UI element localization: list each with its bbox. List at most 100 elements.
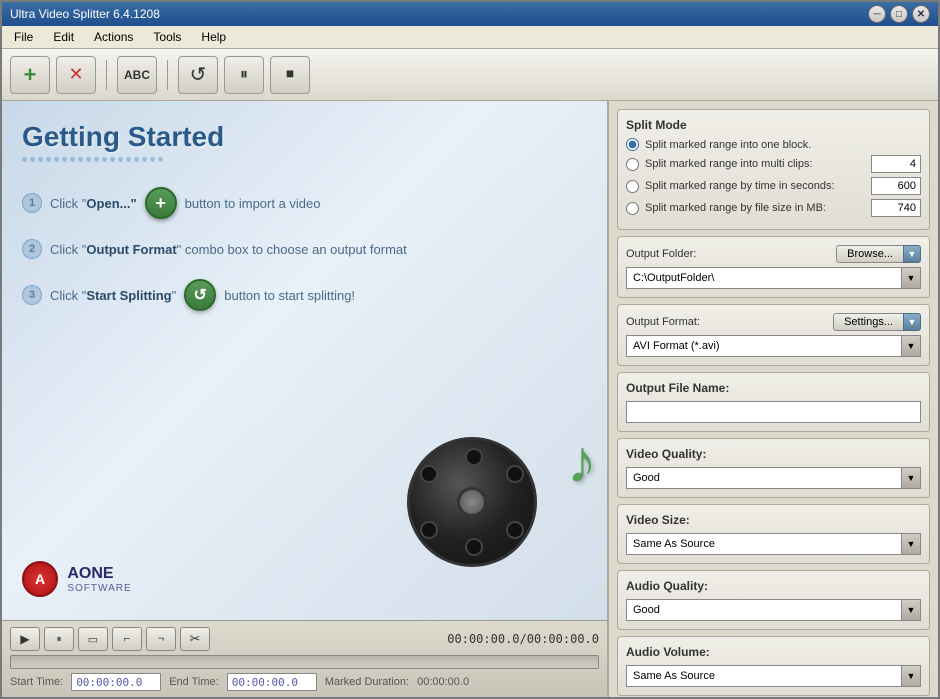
- window-title: Ultra Video Splitter 6.4.1208: [10, 7, 160, 21]
- main-window: Ultra Video Splitter 6.4.1208 ─ □ ✕ File…: [0, 0, 940, 699]
- close-video-button[interactable]: ✕: [56, 56, 96, 94]
- time-display: 00:00:00.0/00:00:00.0: [447, 632, 599, 646]
- logo-icon: A: [22, 561, 58, 597]
- menu-file[interactable]: File: [6, 28, 41, 46]
- video-size-value[interactable]: Same As Source: [626, 533, 901, 555]
- settings-button[interactable]: Settings...: [833, 313, 903, 331]
- toolbar-separator-2: [167, 60, 168, 90]
- frame-back-button[interactable]: ⏸: [44, 627, 74, 651]
- title-bar-buttons: ─ □ ✕: [868, 5, 930, 23]
- split-option-1-label: Split marked range into one block.: [645, 139, 921, 151]
- step-1-icon[interactable]: +: [145, 187, 177, 219]
- audio-quality-dropdown[interactable]: ▼: [901, 599, 921, 621]
- toolbar-separator-1: [106, 60, 107, 90]
- step-1-text-after: button to import a video: [185, 196, 321, 211]
- output-filename-section: Output File Name:: [617, 372, 930, 432]
- browse-btn-group: Browse... ▼: [836, 245, 921, 263]
- video-quality-dropdown[interactable]: ▼: [901, 467, 921, 489]
- step-3: 3 Click "Start Splitting" ↺ button to st…: [22, 279, 587, 311]
- step-1-number: 1: [22, 193, 42, 213]
- reel-center: [457, 487, 487, 517]
- open-video-button[interactable]: +: [10, 56, 50, 94]
- progress-bar[interactable]: [10, 655, 599, 669]
- audio-volume-dropdown[interactable]: ▼: [901, 665, 921, 687]
- split-option-3-input[interactable]: [871, 177, 921, 195]
- output-filename-input[interactable]: [626, 401, 921, 423]
- output-folder-dropdown[interactable]: ▼: [901, 267, 921, 289]
- video-quality-value[interactable]: Good: [626, 467, 901, 489]
- step-3-text-after: button to start splitting!: [224, 288, 355, 303]
- step-3-icon[interactable]: ↺: [184, 279, 216, 311]
- end-time-input[interactable]: [227, 673, 317, 691]
- mark-end-button[interactable]: ¬: [146, 627, 176, 651]
- output-format-combo: AVI Format (*.avi) ▼: [626, 335, 921, 357]
- output-folder-section: Output Folder: Browse... ▼ C:\OutputFold…: [617, 236, 930, 298]
- output-format-dropdown[interactable]: ▼: [901, 335, 921, 357]
- split-option-2-input[interactable]: [871, 155, 921, 173]
- logo-sub: SOFTWARE: [67, 583, 131, 594]
- split-option-4-row: Split marked range by file size in MB:: [626, 199, 921, 217]
- pause-button[interactable]: ⏸: [224, 56, 264, 94]
- split-option-4-radio[interactable]: [626, 202, 639, 215]
- split-mode-title: Split Mode: [626, 118, 921, 132]
- settings-dropdown-button[interactable]: ▼: [903, 313, 921, 331]
- menu-actions[interactable]: Actions: [86, 28, 141, 46]
- stop-button[interactable]: ⏹: [270, 56, 310, 94]
- marked-duration-label: Marked Duration:: [325, 676, 409, 688]
- menu-help[interactable]: Help: [193, 28, 234, 46]
- output-format-label: Output Format:: [626, 316, 706, 328]
- music-note-icon: ♪: [567, 427, 597, 496]
- time-fields: Start Time: End Time: Marked Duration: 0…: [10, 673, 599, 691]
- output-folder-path[interactable]: C:\OutputFolder\: [626, 267, 901, 289]
- maximize-button[interactable]: □: [890, 5, 908, 23]
- menu-edit[interactable]: Edit: [45, 28, 82, 46]
- video-controls: ▶ ⏸ ▭ ⌐ ¬ ✂ 00:00:00.0/00:00:00.0 Start …: [2, 620, 607, 697]
- dots-decoration: [22, 157, 322, 162]
- video-quality-label: Video Quality:: [626, 447, 921, 461]
- video-size-label: Video Size:: [626, 513, 921, 527]
- getting-started-title: Getting Started: [22, 121, 587, 153]
- split-option-2-radio[interactable]: [626, 158, 639, 171]
- audio-quality-label: Audio Quality:: [626, 579, 921, 593]
- film-reel-area: ♪: [407, 437, 587, 617]
- step-2: 2 Click "Output Format" combo box to cho…: [22, 239, 587, 259]
- video-size-dropdown[interactable]: ▼: [901, 533, 921, 555]
- logo-name: AONE: [67, 565, 131, 583]
- split-option-2-row: Split marked range into multi clips:: [626, 155, 921, 173]
- split-option-2-label: Split marked range into multi clips:: [645, 158, 865, 170]
- output-format-header-row: Output Format: Settings... ▼: [626, 313, 921, 331]
- main-content: Getting Started 1 Click "Open...": [2, 101, 938, 697]
- start-time-input[interactable]: [71, 673, 161, 691]
- output-folder-header-row: Output Folder: Browse... ▼: [626, 245, 921, 263]
- browse-button[interactable]: Browse...: [836, 245, 903, 263]
- logo-text: AONE SOFTWARE: [67, 565, 131, 594]
- snapshot-button[interactable]: ▭: [78, 627, 108, 651]
- step-2-number: 2: [22, 239, 42, 259]
- refresh-button[interactable]: ↺: [178, 56, 218, 94]
- toolbar: + ✕ ABC ↺ ⏸ ⏹: [2, 49, 938, 101]
- mark-start-button[interactable]: ⌐: [112, 627, 142, 651]
- end-time-label: End Time:: [169, 676, 219, 688]
- abc-button[interactable]: ABC: [117, 56, 157, 94]
- split-option-4-input[interactable]: [871, 199, 921, 217]
- output-format-value[interactable]: AVI Format (*.avi): [626, 335, 901, 357]
- play-button[interactable]: ▶: [10, 627, 40, 651]
- split-option-3-radio[interactable]: [626, 180, 639, 193]
- start-time-label: Start Time:: [10, 676, 63, 688]
- split-option-1-radio[interactable]: [626, 138, 639, 151]
- audio-quality-value[interactable]: Good: [626, 599, 901, 621]
- audio-volume-section: Audio Volume: Same As Source ▼: [617, 636, 930, 696]
- audio-volume-value[interactable]: Same As Source: [626, 665, 901, 687]
- cut-button[interactable]: ✂: [180, 627, 210, 651]
- split-option-1-row: Split marked range into one block.: [626, 138, 921, 151]
- step-2-text: Click "Output Format" combo box to choos…: [50, 242, 407, 257]
- browse-dropdown-button[interactable]: ▼: [903, 245, 921, 263]
- step-3-number: 3: [22, 285, 42, 305]
- right-panel: Split Mode Split marked range into one b…: [608, 101, 938, 697]
- split-option-3-label: Split marked range by time in seconds:: [645, 180, 865, 192]
- video-size-combo: Same As Source ▼: [626, 533, 921, 555]
- minimize-button[interactable]: ─: [868, 5, 886, 23]
- menu-tools[interactable]: Tools: [145, 28, 189, 46]
- menu-bar: File Edit Actions Tools Help: [2, 26, 938, 49]
- close-button[interactable]: ✕: [912, 5, 930, 23]
